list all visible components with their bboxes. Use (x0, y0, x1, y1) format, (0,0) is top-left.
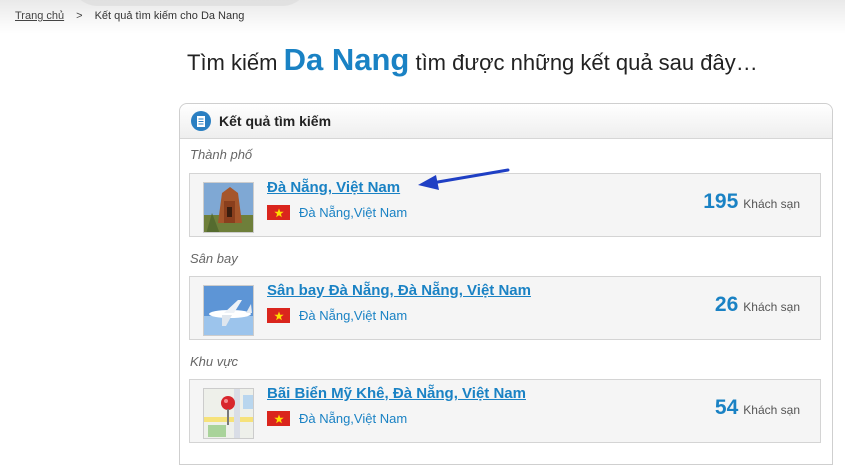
result-location: Đà Nẵng,Việt Nam (267, 205, 407, 220)
panel-header: Kết quả tìm kiếm (180, 104, 832, 139)
result-title-link-airport[interactable]: Sân bay Đà Nẵng, Đà Nẵng, Việt Nam (267, 282, 531, 299)
vietnam-flag-icon (267, 308, 290, 323)
hotel-count: 26 Khách sạn (715, 293, 800, 317)
location-text: Đà Nẵng,Việt Nam (299, 308, 408, 323)
hotel-count: 54 Khách sạn (715, 396, 800, 420)
breadcrumb-home-link[interactable]: Trang chủ (15, 10, 64, 22)
breadcrumb-current: Kết quả tìm kiếm cho Da Nang (94, 10, 245, 22)
page-title: Tìm kiếm Da Nang tìm được những kết quả … (187, 42, 758, 78)
result-location: Đà Nẵng,Việt Nam (267, 411, 407, 426)
result-card-area: Bãi Biển Mỹ Khê, Đà Nẵng, Việt Nam Đà Nẵ… (189, 379, 821, 443)
location-text: Đà Nẵng,Việt Nam (299, 205, 408, 220)
search-results-panel: Kết quả tìm kiếm Thành phố Đà Nẵng, Việt… (179, 103, 833, 465)
search-query: Da Nang (283, 42, 410, 77)
title-prefix: Tìm kiếm (187, 50, 278, 75)
result-location: Đà Nẵng,Việt Nam (267, 308, 407, 323)
title-suffix: tìm được những kết quả sau đây… (415, 50, 758, 75)
vietnam-flag-icon (267, 205, 290, 220)
group-label-city: Thành phố (190, 147, 253, 162)
panel-title: Kết quả tìm kiếm (219, 113, 332, 129)
result-card-city: Đà Nẵng, Việt Nam Đà Nẵng,Việt Nam 195 K… (189, 173, 821, 237)
map-pin-thumbnail[interactable] (203, 388, 254, 439)
result-card-airport: Sân bay Đà Nẵng, Đà Nẵng, Việt Nam Đà Nẵ… (189, 276, 821, 340)
document-icon (191, 111, 211, 131)
breadcrumb-separator: > (76, 10, 83, 22)
hotel-count-unit: Khách sạn (743, 300, 800, 314)
vietnam-flag-icon (267, 411, 290, 426)
hotel-count-number: 54 (714, 396, 739, 419)
result-title-link-area[interactable]: Bãi Biển Mỹ Khê, Đà Nẵng, Việt Nam (267, 385, 526, 402)
location-text: Đà Nẵng,Việt Nam (299, 411, 408, 426)
hotel-count-unit: Khách sạn (743, 197, 800, 211)
header-decoration (70, 0, 310, 6)
hotel-count-unit: Khách sạn (743, 403, 800, 417)
breadcrumb: Trang chủ > Kết quả tìm kiếm cho Da Nang (15, 10, 244, 22)
hotel-count-number: 26 (714, 293, 739, 316)
hotel-count: 195 Khách sạn (703, 190, 800, 214)
result-title-link-city[interactable]: Đà Nẵng, Việt Nam (267, 179, 400, 196)
airplane-thumbnail[interactable] (203, 285, 254, 336)
hotel-count-number: 195 (703, 190, 739, 213)
temple-thumbnail[interactable] (203, 182, 254, 233)
group-label-area: Khu vực (190, 354, 238, 369)
group-label-airport: Sân bay (190, 251, 238, 266)
